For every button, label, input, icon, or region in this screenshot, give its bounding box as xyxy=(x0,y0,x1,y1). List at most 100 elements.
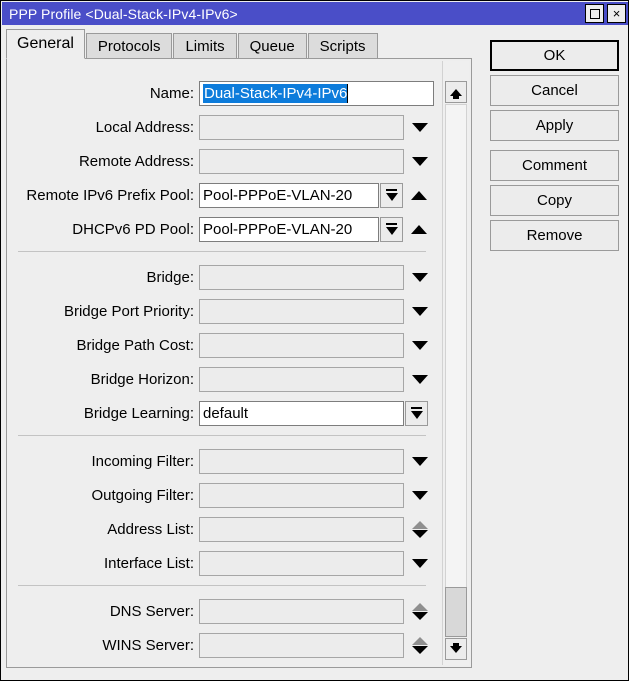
button-label: Copy xyxy=(537,192,572,209)
chevron-down-icon xyxy=(412,123,428,132)
tab-label: Limits xyxy=(185,38,224,55)
tab-label: Protocols xyxy=(98,38,161,55)
bar-icon xyxy=(386,189,397,191)
dropdown-toggle[interactable] xyxy=(412,341,428,350)
dropdown-toggle[interactable] xyxy=(412,559,428,568)
remove-button[interactable]: Remove xyxy=(490,220,619,251)
spinner-control[interactable] xyxy=(412,603,428,620)
chevron-down-icon xyxy=(412,646,428,654)
dropdown-toggle[interactable] xyxy=(412,307,428,316)
field-label: Bridge: xyxy=(7,269,199,286)
scroll-down-button[interactable] xyxy=(445,638,467,660)
dropdown-toggle[interactable] xyxy=(412,457,428,466)
pick-list-button[interactable] xyxy=(380,183,403,208)
scrollbar-track[interactable] xyxy=(445,104,467,637)
dropdown-toggle[interactable] xyxy=(412,491,428,500)
pick-list-button[interactable] xyxy=(380,217,403,242)
input-name[interactable]: Dual-Stack-IPv4-IPv6 xyxy=(199,81,434,106)
input-bridge-path-cost[interactable] xyxy=(199,333,404,358)
input-dhcpv6-pd-pool[interactable]: Pool-PPPoE-VLAN-20 xyxy=(199,217,379,242)
spinner-control[interactable] xyxy=(412,521,428,538)
chevron-up-icon xyxy=(412,521,428,529)
maximize-icon xyxy=(590,9,600,19)
form-row-incoming-filter: Incoming Filter: xyxy=(7,448,428,474)
arrow-down-icon xyxy=(411,411,423,419)
button-label: Apply xyxy=(536,117,574,134)
form-row-outgoing-filter: Outgoing Filter: xyxy=(7,482,428,508)
tab-general[interactable]: General xyxy=(6,29,85,59)
field-label: Name: xyxy=(7,85,199,102)
arrow-down-icon xyxy=(386,227,398,235)
scroll-up-button[interactable] xyxy=(445,81,467,103)
form-row-name: Name:Dual-Stack-IPv4-IPv6 xyxy=(7,80,434,106)
copy-button[interactable]: Copy xyxy=(490,185,619,216)
cancel-button[interactable]: Cancel xyxy=(490,75,619,106)
apply-button[interactable]: Apply xyxy=(490,110,619,141)
form-row-interface-list: Interface List: xyxy=(7,550,428,576)
close-icon: × xyxy=(613,7,621,20)
field-value: default xyxy=(203,405,248,422)
dropdown-toggle[interactable] xyxy=(412,157,428,166)
dropdown-toggle[interactable] xyxy=(412,123,428,132)
dropdown-toggle[interactable] xyxy=(412,375,428,384)
field-label: Local Address: xyxy=(7,119,199,136)
scrollbar-thumb[interactable] xyxy=(445,587,467,637)
input-remote-address[interactable] xyxy=(199,149,404,174)
input-wins-server[interactable] xyxy=(199,633,404,658)
tab-label: Queue xyxy=(250,38,295,55)
field-label: Bridge Learning: xyxy=(7,405,199,422)
ok-button[interactable]: OK xyxy=(490,40,619,71)
input-bridge-learning[interactable]: default xyxy=(199,401,404,426)
window-titlebar[interactable]: PPP Profile <Dual-Stack-IPv4-IPv6> × xyxy=(2,2,629,25)
chevron-up-icon xyxy=(412,603,428,611)
input-bridge-horizon[interactable] xyxy=(199,367,404,392)
maximize-button[interactable] xyxy=(585,4,604,23)
input-address-list[interactable] xyxy=(199,517,404,542)
input-bridge-port-priority[interactable] xyxy=(199,299,404,324)
tab-label: General xyxy=(17,35,74,53)
pick-list-button[interactable] xyxy=(405,401,428,426)
field-label: Bridge Horizon: xyxy=(7,371,199,388)
input-dns-server[interactable] xyxy=(199,599,404,624)
field-label: Incoming Filter: xyxy=(7,453,199,470)
field-label: WINS Server: xyxy=(7,637,199,654)
chevron-down-icon xyxy=(412,157,428,166)
input-incoming-filter[interactable] xyxy=(199,449,404,474)
tab-protocols[interactable]: Protocols xyxy=(86,33,173,59)
chevron-down-icon xyxy=(412,491,428,500)
form-row-local-address: Local Address: xyxy=(7,114,428,140)
comment-button[interactable]: Comment xyxy=(490,150,619,181)
field-label: Bridge Port Priority: xyxy=(7,303,199,320)
chevron-up-icon xyxy=(411,191,427,200)
arrow-down-icon xyxy=(450,646,462,653)
tab-scripts[interactable]: Scripts xyxy=(308,33,378,59)
form-row-bridge-learning: Bridge Learning:default xyxy=(7,400,428,426)
form-row-dhcpv6-pd-pool: DHCPv6 PD Pool:Pool-PPPoE-VLAN-20 xyxy=(7,216,427,242)
tab-limits[interactable]: Limits xyxy=(173,33,236,59)
field-value: Dual-Stack-IPv4-IPv6 xyxy=(203,84,348,103)
chevron-down-icon xyxy=(412,375,428,384)
chevron-up-icon xyxy=(412,637,428,645)
input-outgoing-filter[interactable] xyxy=(199,483,404,508)
chevron-down-icon xyxy=(412,273,428,282)
chevron-down-icon xyxy=(412,612,428,620)
close-button[interactable]: × xyxy=(607,4,626,23)
chevron-down-icon xyxy=(412,530,428,538)
input-remote-ipv6-prefix-pool[interactable]: Pool-PPPoE-VLAN-20 xyxy=(199,183,379,208)
window-title: PPP Profile <Dual-Stack-IPv4-IPv6> xyxy=(2,6,238,22)
input-local-address[interactable] xyxy=(199,115,404,140)
dropdown-toggle[interactable] xyxy=(412,273,428,282)
form-scrollbar[interactable] xyxy=(442,61,469,665)
input-bridge[interactable] xyxy=(199,265,404,290)
form-row-remote-address: Remote Address: xyxy=(7,148,428,174)
input-interface-list[interactable] xyxy=(199,551,404,576)
field-value: Pool-PPPoE-VLAN-20 xyxy=(203,221,352,238)
collapse-toggle[interactable] xyxy=(411,225,427,234)
field-label: DHCPv6 PD Pool: xyxy=(7,221,199,238)
button-label: Cancel xyxy=(531,82,578,99)
collapse-toggle[interactable] xyxy=(411,191,427,200)
tab-queue[interactable]: Queue xyxy=(238,33,307,59)
form-row-bridge: Bridge: xyxy=(7,264,428,290)
form-row-dns-server: DNS Server: xyxy=(7,598,428,624)
spinner-control[interactable] xyxy=(412,637,428,654)
